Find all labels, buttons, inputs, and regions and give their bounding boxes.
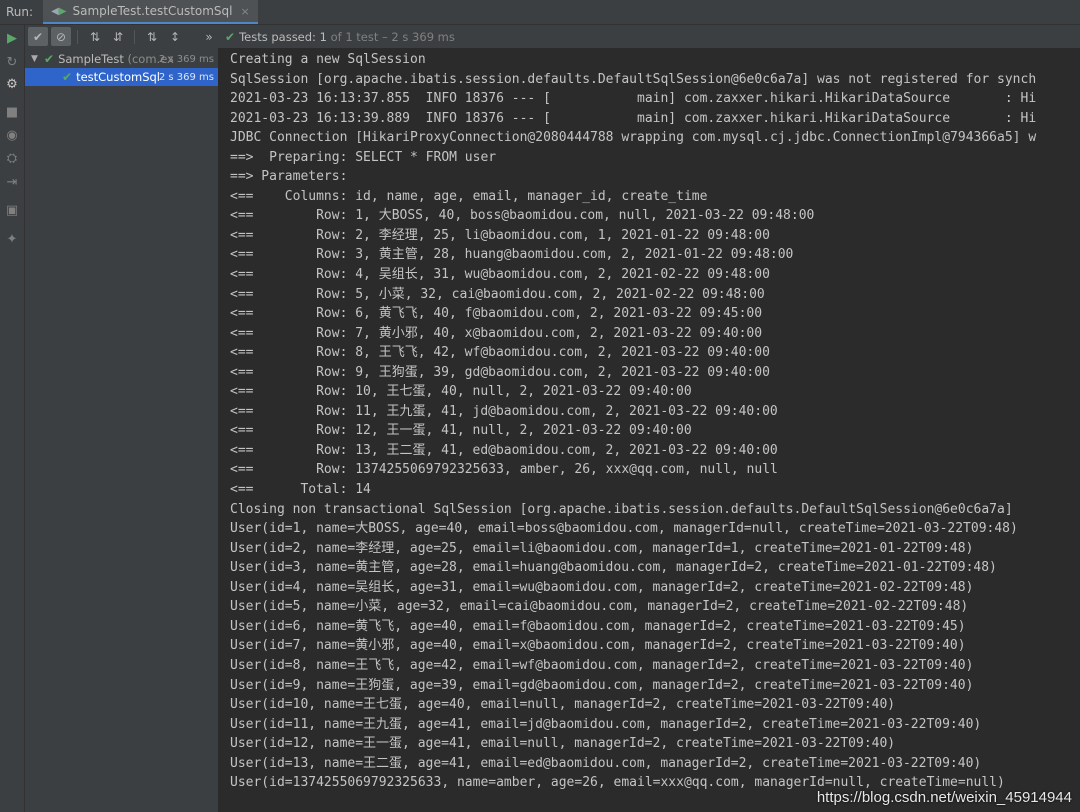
separator bbox=[77, 29, 78, 44]
console-line: <== Row: 11, 王九蛋, 41, jd@baomidou.com, 2… bbox=[230, 403, 778, 419]
passed-check-icon: ✔ bbox=[62, 70, 73, 84]
run-icon[interactable]: ▶ bbox=[3, 29, 21, 47]
console-line: User(id=13, name=王二蛋, age=41, email=ed@b… bbox=[230, 755, 982, 771]
console-line: <== Row: 1, 大BOSS, 40, boss@baomidou.com… bbox=[230, 208, 815, 224]
console-line: SqlSession [org.apache.ibatis.session.de… bbox=[230, 71, 1037, 87]
show-ignored-button[interactable]: ⊘ bbox=[51, 27, 71, 46]
console-line: User(id=8, name=王飞飞, age=42, email=wf@ba… bbox=[230, 657, 974, 673]
console-line: <== Total: 14 bbox=[230, 482, 371, 498]
chevron-double-right-icon: » bbox=[205, 29, 213, 44]
console-line: 2021-03-23 16:13:37.855 INFO 18376 --- [… bbox=[230, 91, 1037, 107]
exit-icon[interactable]: ⇥ bbox=[3, 173, 21, 191]
ignored-icon: ⊘ bbox=[55, 29, 67, 44]
sort-duration-icon: ⇵ bbox=[112, 29, 124, 44]
status-passed-label: Tests passed: bbox=[239, 29, 316, 44]
tree-item-time: 2 s 369 ms bbox=[158, 53, 214, 65]
console-line: <== Row: 7, 黄小邪, 40, x@baomidou.com, 2, … bbox=[230, 325, 763, 341]
console-line: <== Row: 5, 小菜, 32, cai@baomidou.com, 2,… bbox=[230, 286, 765, 302]
console-output[interactable]: Creating a new SqlSession SqlSession [org… bbox=[219, 48, 1080, 812]
console-line: <== Row: 6, 黄飞飞, 40, f@baomidou.com, 2, … bbox=[230, 306, 763, 322]
chevron-down-icon[interactable]: ▼ bbox=[31, 54, 41, 64]
debug-icon[interactable]: ⚙ bbox=[3, 75, 21, 93]
tree-item-time: 2 s 369 ms bbox=[158, 71, 214, 83]
watermark: https://blog.csdn.net/weixin_45914944 bbox=[816, 789, 1072, 806]
passed-check-icon: ✔ bbox=[44, 52, 55, 66]
tree-item-label: SampleTest bbox=[58, 52, 124, 66]
console-line: 2021-03-23 16:13:39.889 INFO 18376 --- [… bbox=[230, 110, 1037, 126]
rerun-icon[interactable]: ↻ bbox=[3, 53, 21, 71]
console-line: <== Row: 8, 王飞飞, 42, wf@baomidou.com, 2,… bbox=[230, 345, 770, 361]
console-line: User(id=10, name=王七蛋, age=40, email=null… bbox=[230, 697, 896, 713]
console-line: User(id=6, name=黄飞飞, age=40, email=f@bao… bbox=[230, 618, 966, 634]
console-line: <== Row: 3, 黄主管, 28, huang@baomidou.com,… bbox=[230, 247, 794, 263]
test-results-tree: ▼ ✔ SampleTest (com.ex 2 s 369 ms ✔ test… bbox=[25, 48, 219, 812]
console-line: User(id=9, name=王狗蛋, age=39, email=gd@ba… bbox=[230, 677, 974, 693]
console-line: User(id=3, name=黄主管, age=28, email=huang… bbox=[230, 560, 997, 576]
run-tab-bar: Run: ◀▶ SampleTest.testCustomSql × bbox=[0, 0, 1080, 25]
console-line: Closing non transactional SqlSession [or… bbox=[230, 501, 1013, 517]
status-detail: of 1 test – 2 s 369 ms bbox=[330, 29, 455, 44]
tab-label: SampleTest.testCustomSql bbox=[72, 4, 233, 18]
tab-sampletest-testcustomsql[interactable]: ◀▶ SampleTest.testCustomSql × bbox=[43, 0, 258, 24]
test-toolbar: ✔ ⊘ ⇅ ⇵ ⇅ ↕ » ✔ Tests passed: 1 of 1 tes… bbox=[25, 25, 1080, 48]
camera-icon[interactable]: ◉ bbox=[3, 126, 21, 144]
console-line: Creating a new SqlSession bbox=[230, 52, 426, 67]
run-label: Run: bbox=[6, 5, 34, 19]
settings-icon[interactable]: ⛭ bbox=[3, 149, 21, 167]
close-tab-icon[interactable]: × bbox=[241, 5, 250, 18]
console-line: <== Row: 9, 王狗蛋, 39, gd@baomidou.com, 2,… bbox=[230, 364, 770, 380]
run-left-toolbar: ▶ ↻ ⚙ ■ ◉ ⛭ ⇥ ▣ ✦ bbox=[0, 25, 25, 812]
console-line: User(id=4, name=吴组长, age=31, email=wu@ba… bbox=[230, 579, 974, 595]
sort-alpha-icon: ⇅ bbox=[89, 29, 101, 44]
layout-icon[interactable]: ▣ bbox=[3, 201, 21, 219]
test-status: ✔ Tests passed: 1 of 1 test – 2 s 369 ms bbox=[225, 30, 455, 44]
sort-by-duration-button[interactable]: ⇵ bbox=[108, 27, 128, 46]
more-actions-button[interactable]: » bbox=[199, 27, 219, 46]
console-line: ==> Preparing: SELECT * FROM user bbox=[230, 149, 497, 165]
status-count: 1 bbox=[319, 29, 327, 44]
stop-icon[interactable]: ■ bbox=[3, 103, 21, 121]
console-line: User(id=1, name=大BOSS, age=40, email=bos… bbox=[230, 521, 1018, 537]
collapse-all-button[interactable]: ↕ bbox=[165, 27, 185, 46]
expand-all-icon: ⇅ bbox=[146, 29, 158, 44]
console-line: <== Columns: id, name, age, email, manag… bbox=[230, 188, 708, 204]
collapse-all-icon: ↕ bbox=[169, 29, 181, 44]
console-line: <== Row: 1374255069792325633, amber, 26,… bbox=[230, 462, 778, 478]
test-config-icon: ◀▶ bbox=[51, 5, 67, 17]
console-line: User(id=5, name=小菜, age=32, email=cai@ba… bbox=[230, 599, 969, 615]
check-icon: ✔ bbox=[225, 29, 236, 44]
console-line: JDBC Connection [HikariProxyConnection@2… bbox=[230, 130, 1037, 146]
console-line: <== Row: 4, 吴组长, 31, wu@baomidou.com, 2,… bbox=[230, 267, 770, 283]
console-line: User(id=12, name=王一蛋, age=41, email=null… bbox=[230, 736, 896, 752]
tree-item-testcustomsql[interactable]: ✔ testCustomSql 2 s 369 ms bbox=[25, 68, 218, 86]
console-line: User(id=2, name=李经理, age=25, email=li@ba… bbox=[230, 540, 974, 556]
tree-item-label: testCustomSql bbox=[76, 70, 160, 84]
console-line: ==> Parameters: bbox=[230, 169, 356, 185]
console-line: <== Row: 13, 王二蛋, 41, ed@baomidou.com, 2… bbox=[230, 442, 778, 458]
console-line: User(id=11, name=王九蛋, age=41, email=jd@b… bbox=[230, 716, 982, 732]
sort-alphabetically-button[interactable]: ⇅ bbox=[85, 27, 105, 46]
console-line: <== Row: 2, 李经理, 25, li@baomidou.com, 1,… bbox=[230, 227, 770, 243]
tree-item-sampletest[interactable]: ▼ ✔ SampleTest (com.ex 2 s 369 ms bbox=[25, 50, 218, 68]
separator bbox=[134, 29, 135, 44]
show-passed-button[interactable]: ✔ bbox=[28, 27, 48, 46]
check-icon: ✔ bbox=[32, 29, 44, 44]
console-line: User(id=7, name=黄小邪, age=40, email=x@bao… bbox=[230, 638, 966, 654]
expand-all-button[interactable]: ⇅ bbox=[142, 27, 162, 46]
pin-icon[interactable]: ✦ bbox=[3, 230, 21, 248]
console-line: <== Row: 12, 王一蛋, 41, null, 2, 2021-03-2… bbox=[230, 423, 692, 439]
console-line: <== Row: 10, 王七蛋, 40, null, 2, 2021-03-2… bbox=[230, 384, 692, 400]
console-text: Creating a new SqlSession SqlSession [org… bbox=[230, 50, 1036, 793]
